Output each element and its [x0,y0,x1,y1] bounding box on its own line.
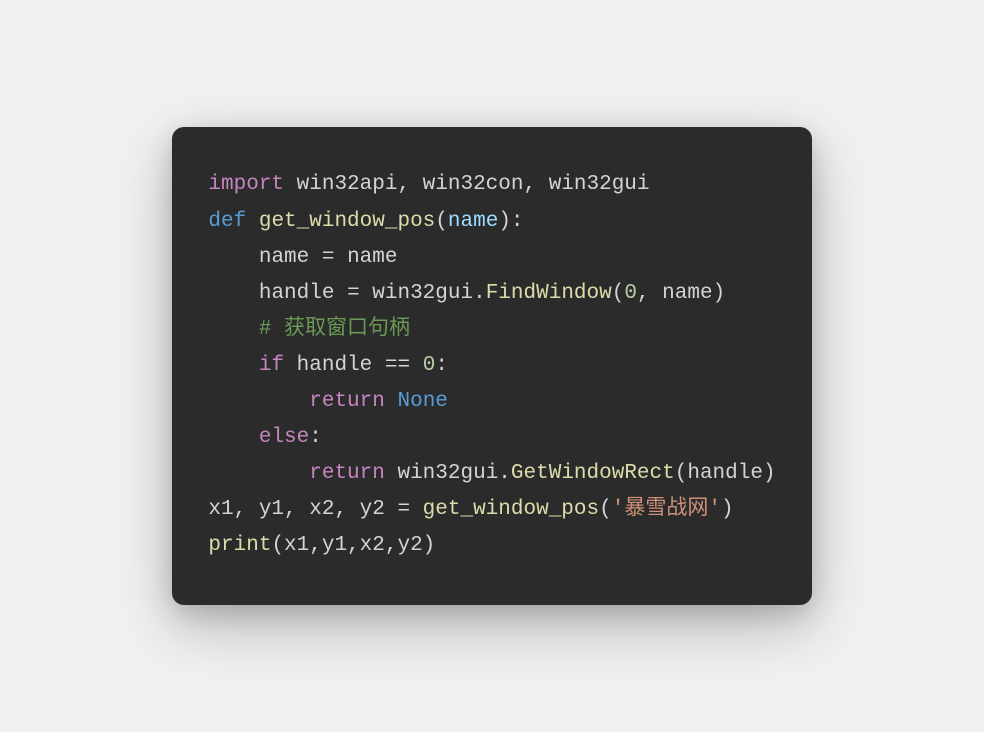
arguments: x1,y1,x2,y2 [284,534,423,557]
def-keyword: def [208,210,246,233]
if-keyword: if [259,354,284,377]
code-line-5: # 获取窗口句柄 [208,318,410,341]
code-line-10: x1, y1, x2, y2 = get_window_pos('暴雪战网') [208,498,733,521]
string-literal: '暴雪战网' [612,498,721,521]
comment: # 获取窗口句柄 [259,318,410,341]
function-call: get_window_pos [423,498,599,521]
function-call: FindWindow [486,282,612,305]
code-line-4: handle = win32gui.FindWindow(0, name) [208,282,725,305]
function-call: GetWindowRect [511,462,675,485]
code-line-2: def get_window_pos(name): [208,210,523,233]
code-line-8: else: [208,426,321,449]
none-keyword: None [397,390,447,413]
code-line-1: import win32api, win32con, win32gui [208,173,649,196]
code-line-3: name = name [208,246,397,269]
code-block: import win32api, win32con, win32gui def … [172,127,811,604]
function-name: get_window_pos [259,210,435,233]
code-line-9: return win32gui.GetWindowRect(handle) [208,462,775,485]
argument: name [662,282,712,305]
argument: handle [687,462,763,485]
number-literal: 0 [624,282,637,305]
variable: handle [297,354,373,377]
code-line-11: print(x1,y1,x2,y2) [208,534,435,557]
code-line-7: return None [208,390,447,413]
variables: x1, y1, x2, y2 = [208,498,422,521]
number-literal: 0 [423,354,436,377]
parameter: name [448,210,498,233]
return-keyword: return [309,390,385,413]
variable: name [259,246,309,269]
variable: handle [259,282,335,305]
return-keyword: return [309,462,385,485]
function-call: print [208,534,271,557]
modules-text: win32api, win32con, win32gui [284,173,649,196]
value: name [347,246,397,269]
import-keyword: import [208,173,284,196]
code-line-6: if handle == 0: [208,354,448,377]
else-keyword: else [259,426,309,449]
